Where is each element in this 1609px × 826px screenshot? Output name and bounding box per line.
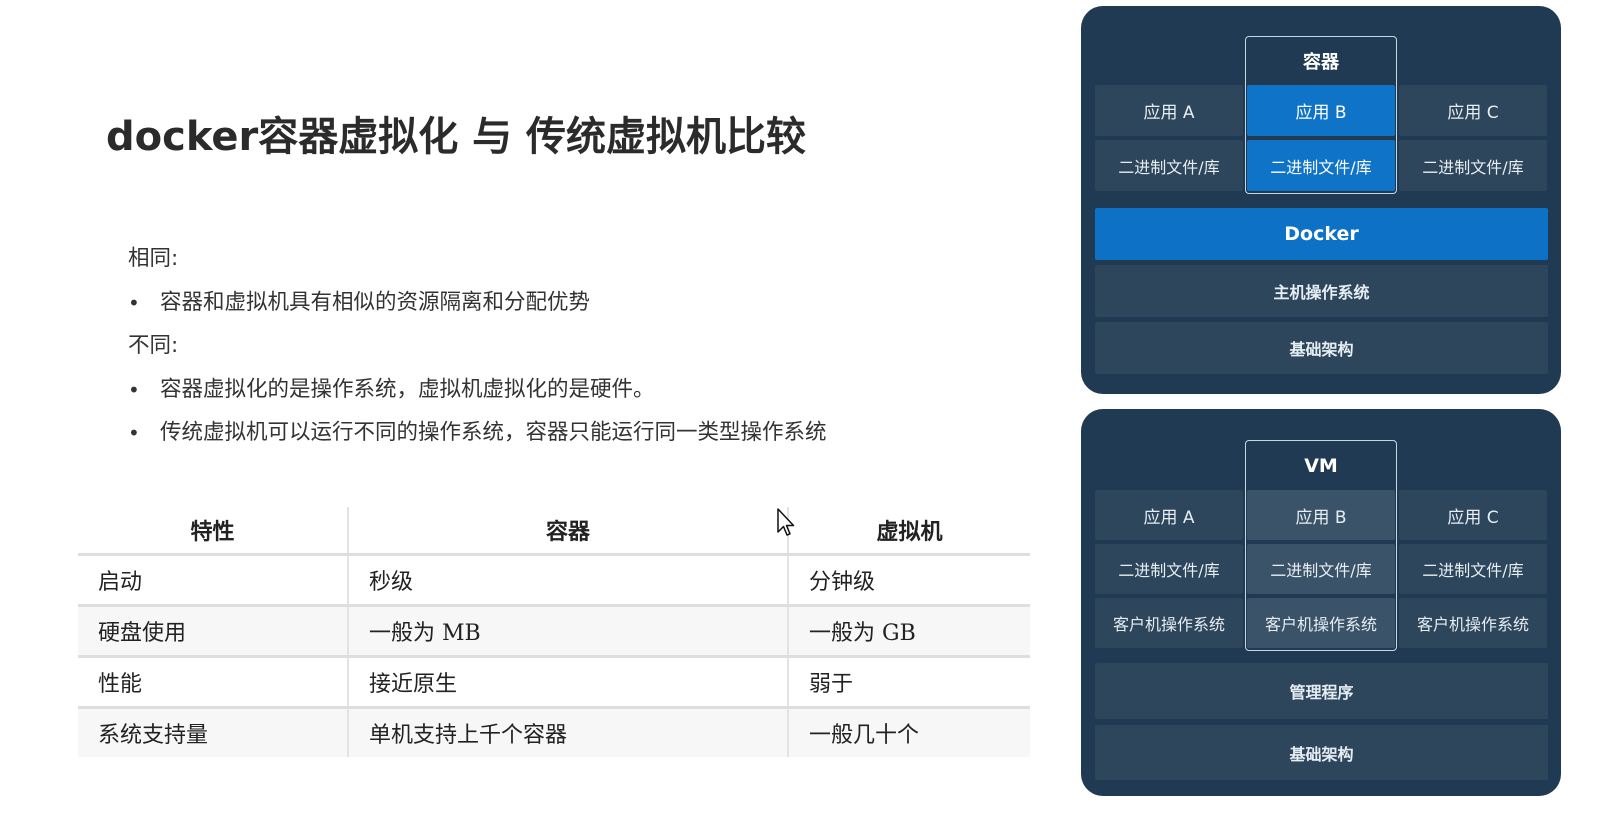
table-cell: 一般为 MB — [348, 605, 789, 658]
bullet-item: • 容器和虚拟机具有相似的资源隔离和分配优势 — [128, 285, 1008, 329]
bullet-item: • 容器虚拟化的是操作系统，虚拟机虚拟化的是硬件。 — [128, 372, 1008, 416]
infrastructure-layer: 基础架构 — [1095, 322, 1548, 374]
container-frame-label: 容器 — [1303, 52, 1339, 73]
comparison-table: 特性 容器 虚拟机 启动 秒级 分钟级 硬盘使用 一般为 MB 一般为 GB 性… — [78, 507, 1030, 757]
infrastructure-layer: 基础架构 — [1095, 725, 1548, 780]
table-cell: 系统支持量 — [78, 707, 349, 757]
table-cell: 接近原生 — [348, 656, 789, 709]
table-cell: 启动 — [78, 554, 349, 607]
bins-libs-box: 二进制文件/库 — [1399, 140, 1547, 191]
diff-heading: 不同: — [128, 333, 179, 358]
docker-layer: Docker — [1095, 208, 1548, 260]
table-cell: 一般为 GB — [788, 605, 1030, 658]
app-a-box: 应用 A — [1095, 490, 1243, 540]
table-row: 硬盘使用 一般为 MB 一般为 GB — [78, 605, 1030, 658]
table-row: 启动 秒级 分钟级 — [78, 554, 1030, 607]
hypervisor-layer: 管理程序 — [1095, 663, 1548, 719]
bins-libs-box: 二进制文件/库 — [1247, 140, 1395, 191]
bins-libs-box: 二进制文件/库 — [1247, 544, 1395, 594]
table-cell: 秒级 — [348, 554, 789, 607]
comparison-notes: 相同: • 容器和虚拟机具有相似的资源隔离和分配优势 不同: • 容器虚拟化的是… — [128, 241, 1008, 459]
table-cell: 性能 — [78, 656, 349, 709]
bins-libs-box: 二进制文件/库 — [1399, 544, 1547, 594]
table-cell: 一般几十个 — [788, 707, 1030, 757]
container-architecture-diagram: 容器 应用 A 应用 B 应用 C 二进制文件/库 二进制文件/库 二进制文件/… — [1081, 6, 1561, 394]
table-header-cell: 容器 — [348, 507, 789, 556]
guest-os-box: 客户机操作系统 — [1247, 598, 1395, 648]
vm-architecture-diagram: VM 应用 A 应用 B 应用 C 二进制文件/库 二进制文件/库 二进制文件/… — [1081, 409, 1561, 796]
bullet-text: 容器和虚拟机具有相似的资源隔离和分配优势 — [160, 289, 591, 315]
bullet-icon: • — [128, 421, 140, 445]
pointer-cursor-icon — [777, 508, 795, 536]
bins-libs-box: 二进制文件/库 — [1095, 544, 1243, 594]
guest-os-box: 客户机操作系统 — [1399, 598, 1547, 648]
bins-libs-box: 二进制文件/库 — [1095, 140, 1243, 191]
page-title: docker容器虚拟化 与 传统虚拟机比较 — [106, 114, 807, 160]
app-a-box: 应用 A — [1095, 85, 1243, 136]
app-c-box: 应用 C — [1399, 490, 1547, 540]
same-heading: 相同: — [128, 246, 179, 271]
app-b-box: 应用 B — [1247, 85, 1395, 136]
guest-os-box: 客户机操作系统 — [1095, 598, 1243, 648]
host-os-layer: 主机操作系统 — [1095, 265, 1548, 317]
bullet-item: • 传统虚拟机可以运行不同的操作系统，容器只能运行同一类型操作系统 — [128, 415, 1008, 459]
table-cell: 硬盘使用 — [78, 605, 349, 658]
table-cell: 分钟级 — [788, 554, 1030, 607]
bullet-icon: • — [128, 377, 140, 402]
vm-frame-label: VM — [1304, 455, 1338, 477]
bullet-text: 传统虚拟机可以运行不同的操作系统，容器只能运行同一类型操作系统 — [160, 420, 827, 445]
table-header-cell: 虚拟机 — [788, 507, 1030, 556]
table-header-cell: 特性 — [78, 507, 349, 556]
bullet-text: 容器虚拟化的是操作系统，虚拟机虚拟化的是硬件。 — [160, 376, 655, 402]
app-b-box: 应用 B — [1247, 490, 1395, 540]
table-row: 性能 接近原生 弱于 — [78, 656, 1030, 709]
table-row: 系统支持量 单机支持上千个容器 一般几十个 — [78, 707, 1030, 757]
table-cell: 单机支持上千个容器 — [348, 707, 789, 757]
table-header-row: 特性 容器 虚拟机 — [78, 507, 1030, 556]
table-cell: 弱于 — [788, 656, 1030, 709]
bullet-icon: • — [128, 290, 140, 315]
app-c-box: 应用 C — [1399, 85, 1547, 136]
